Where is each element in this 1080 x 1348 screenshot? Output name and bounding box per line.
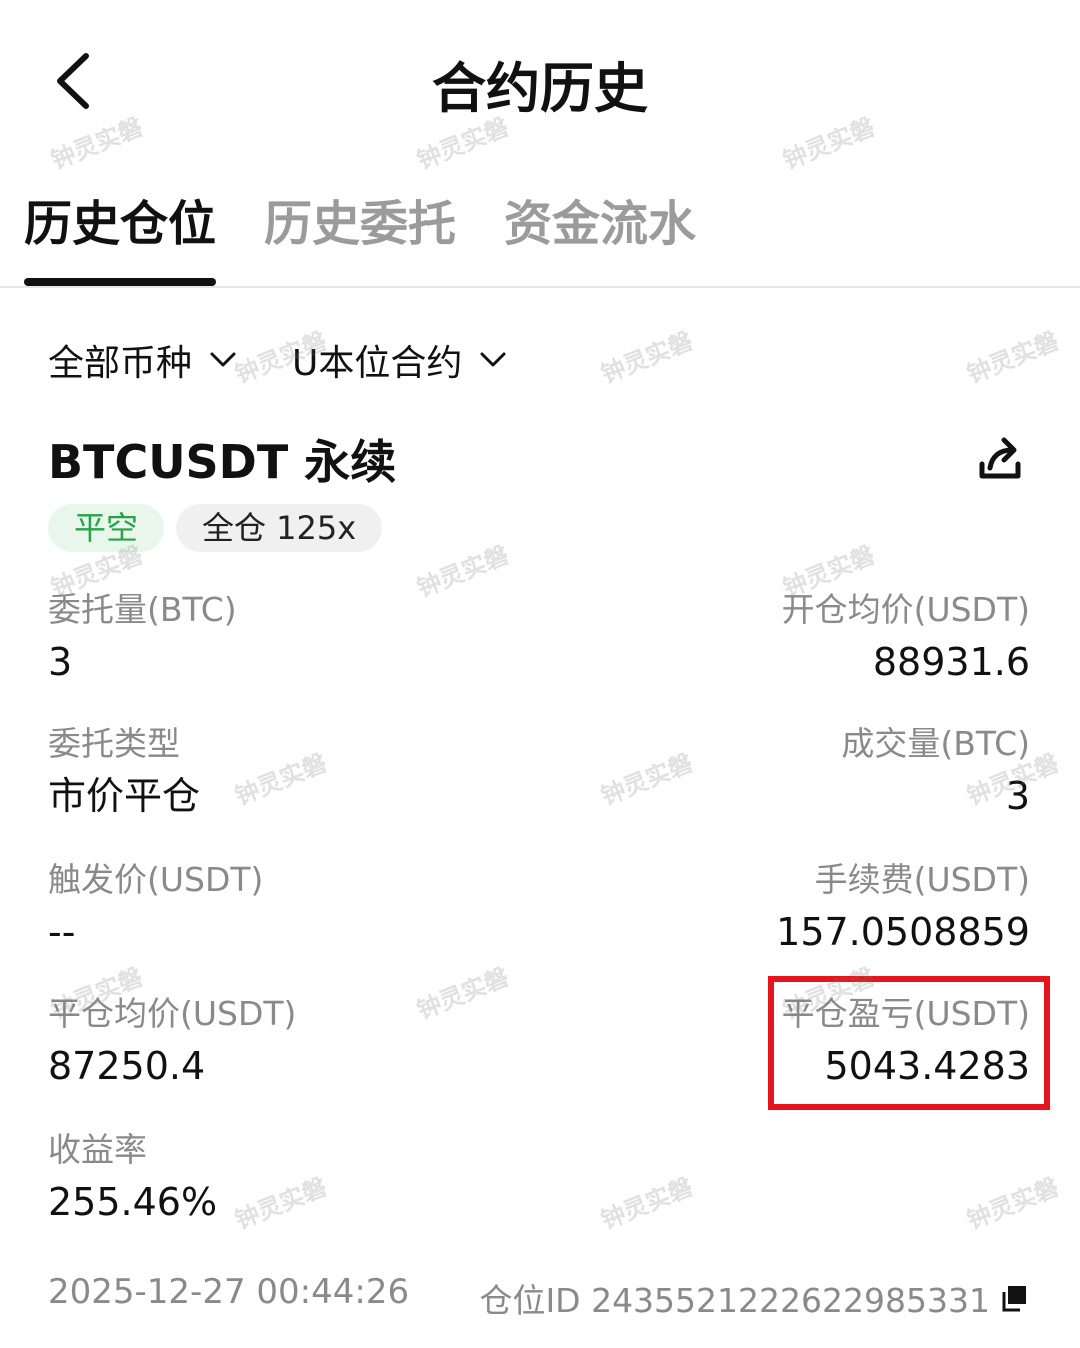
close-timestamp: 2025-12-27 00:44:26 bbox=[48, 1272, 410, 1312]
tab-history-orders[interactable]: 历史委托 bbox=[264, 184, 456, 254]
watermark: 钟灵实磐 bbox=[413, 962, 513, 1025]
roi-value: 255.46% bbox=[48, 1180, 218, 1224]
close-avg-price-field: 平仓均价(USDT) 87250.4 bbox=[48, 992, 296, 1092]
position-id-row: 仓位ID 2435521222622985331 bbox=[479, 1274, 1028, 1322]
open-avg-price-label: 开仓均价(USDT) bbox=[781, 590, 1030, 629]
watermark: 钟灵实磐 bbox=[413, 540, 513, 603]
trigger-price-field: 触发价(USDT) -- bbox=[48, 858, 263, 958]
close-avg-price-value: 87250.4 bbox=[48, 1044, 206, 1088]
coin-filter-label: 全部币种 bbox=[48, 343, 193, 384]
order-qty-label: 委托量(BTC) bbox=[48, 590, 237, 629]
tab-fund-flow[interactable]: 资金流水 bbox=[504, 184, 696, 254]
filled-qty-label: 成交量(BTC) bbox=[841, 724, 1030, 763]
page-title: 合约历史 bbox=[432, 57, 648, 120]
contract-filter-dropdown[interactable]: U本位合约 bbox=[292, 334, 508, 386]
share-button[interactable] bbox=[972, 430, 1028, 486]
pnl-highlight-box bbox=[768, 976, 1050, 1110]
order-qty-value: 3 bbox=[48, 640, 73, 684]
filled-qty-value: 3 bbox=[1005, 774, 1030, 818]
open-avg-price-value: 88931.6 bbox=[872, 640, 1030, 684]
tab-history-positions[interactable]: 历史仓位 bbox=[24, 184, 216, 254]
roi-field: 收益率 255.46% bbox=[48, 1128, 217, 1228]
active-tab-indicator bbox=[24, 278, 216, 286]
filled-qty-field: 成交量(BTC) 3 bbox=[841, 722, 1030, 822]
chevron-down-icon bbox=[210, 352, 236, 367]
order-qty-field: 委托量(BTC) 3 bbox=[48, 588, 237, 688]
margin-mode-badge: 全仓 125x bbox=[176, 504, 383, 552]
order-type-label: 委托类型 bbox=[48, 724, 180, 763]
contract-filter-label: U本位合约 bbox=[292, 343, 463, 384]
position-id-text: 仓位ID 2435521222622985331 bbox=[479, 1281, 990, 1320]
trigger-price-value: -- bbox=[48, 910, 76, 954]
watermark: 钟灵实磐 bbox=[597, 326, 697, 389]
watermark: 钟灵实磐 bbox=[597, 1172, 697, 1235]
trigger-price-label: 触发价(USDT) bbox=[48, 860, 264, 899]
open-avg-price-field: 开仓均价(USDT) 88931.6 bbox=[782, 588, 1030, 688]
order-type-value: 市价平仓 bbox=[48, 774, 201, 818]
header-bar: 合约历史 bbox=[0, 0, 1080, 160]
tab-bar: 历史仓位 历史委托 资金流水 bbox=[0, 178, 1080, 288]
chevron-down-icon bbox=[480, 352, 506, 367]
side-badge: 平空 bbox=[48, 504, 165, 552]
fee-label: 手续费(USDT) bbox=[814, 860, 1030, 899]
symbol-title: BTCUSDT 永续 bbox=[48, 435, 397, 489]
order-type-field: 委托类型 市价平仓 bbox=[48, 722, 200, 822]
watermark: 钟灵实磐 bbox=[963, 1172, 1063, 1235]
fee-value: 157.0508859 bbox=[776, 910, 1030, 954]
coin-filter-dropdown[interactable]: 全部币种 bbox=[48, 334, 238, 386]
watermark: 钟灵实磐 bbox=[231, 1172, 331, 1235]
watermark: 钟灵实磐 bbox=[597, 748, 697, 811]
share-icon bbox=[979, 437, 1021, 479]
copy-icon[interactable] bbox=[1000, 1284, 1028, 1312]
watermark: 钟灵实磐 bbox=[963, 326, 1063, 389]
close-avg-price-label: 平仓均价(USDT) bbox=[48, 994, 297, 1033]
roi-label: 收益率 bbox=[48, 1130, 147, 1169]
watermark: 钟灵实磐 bbox=[231, 748, 331, 811]
fee-field: 手续费(USDT) 157.0508859 bbox=[776, 858, 1030, 958]
